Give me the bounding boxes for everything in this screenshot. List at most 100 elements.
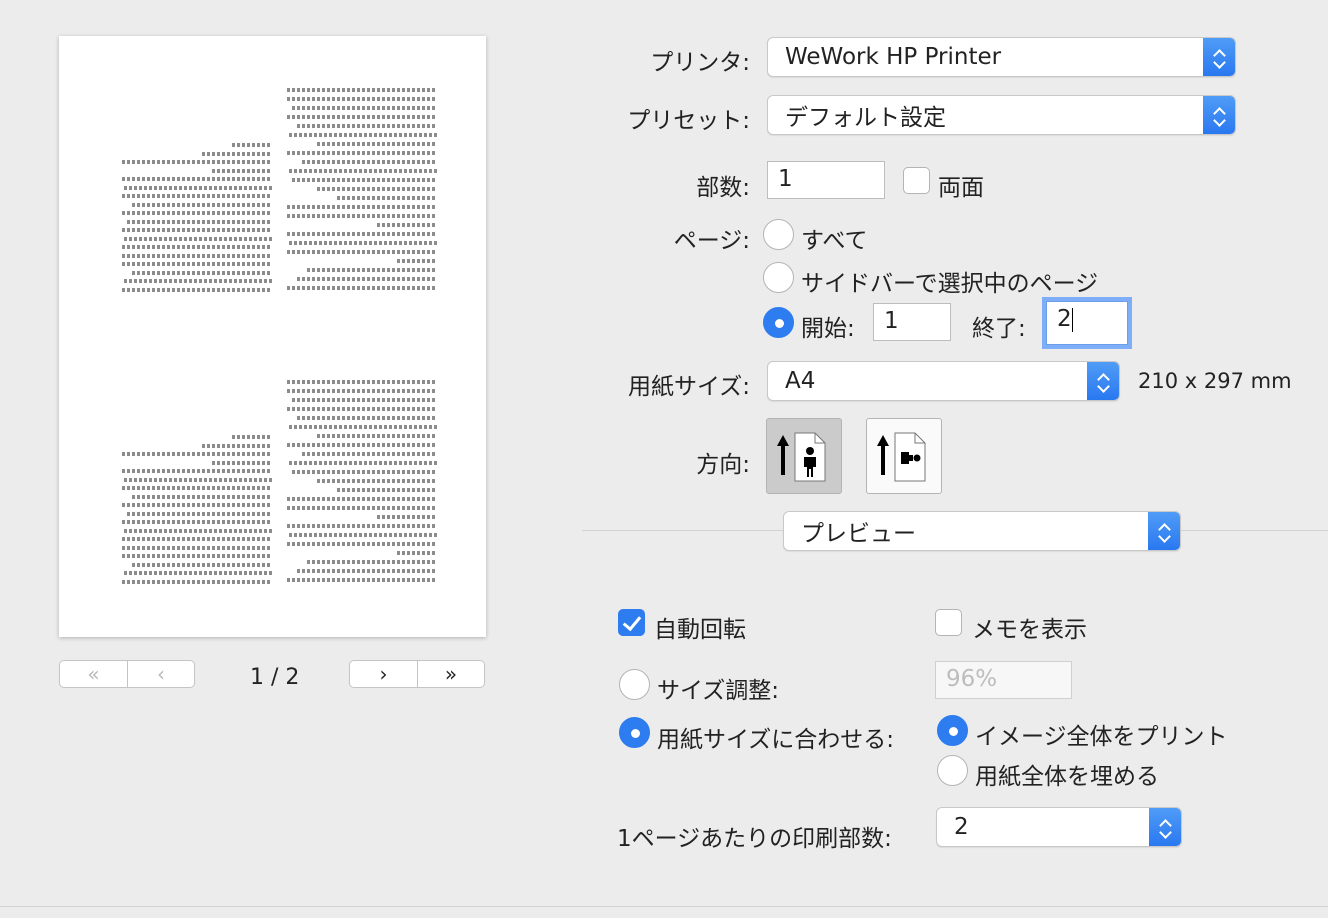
preview-text-line	[397, 259, 437, 263]
print-entire-image-label: イメージ全体をプリント	[975, 724, 1228, 750]
preview-text-line	[132, 494, 272, 499]
preview-text-line	[202, 151, 272, 156]
preview-text-line	[122, 554, 272, 558]
pages-to-label: 終了:	[972, 316, 1026, 342]
preview-text-line	[287, 497, 437, 501]
chevron-updown-icon	[1203, 96, 1235, 134]
section-popup[interactable]: プレビュー	[783, 511, 1181, 551]
preview-text-line	[292, 106, 437, 110]
double-chevron-left-icon: «	[87, 662, 100, 686]
paper-size-popup[interactable]: A4	[767, 361, 1120, 401]
first-page-button[interactable]: «	[60, 661, 127, 687]
preview-text-line	[287, 151, 437, 155]
preview-text-line	[292, 470, 437, 474]
preview-text-line	[302, 452, 437, 456]
preview-text-line	[287, 506, 437, 510]
preview-text-line	[287, 214, 437, 218]
pages-per-sheet-popup[interactable]: 2	[936, 807, 1182, 847]
preview-text-line	[122, 211, 272, 215]
preview-text-line	[122, 520, 272, 524]
preview-text-line	[287, 232, 437, 236]
pager-back-group: « ‹	[59, 660, 195, 688]
preview-text-line	[212, 460, 272, 465]
preview-text-line	[122, 228, 272, 232]
pages-all-radio[interactable]	[763, 219, 794, 250]
preview-text-line	[122, 245, 272, 249]
preview-text-line	[124, 477, 272, 482]
preview-text-line	[297, 416, 437, 420]
preview-text-line	[297, 569, 437, 573]
preview-text-line	[289, 133, 437, 137]
pages-sidebar-radio[interactable]	[763, 262, 794, 293]
portrait-icon	[777, 432, 826, 482]
preview-text-line	[287, 578, 437, 582]
scale-field[interactable]: 96%	[935, 661, 1072, 699]
preview-text-line	[289, 461, 437, 465]
pages-sidebar-label: サイドバーで選択中のページ	[801, 271, 1099, 297]
double-chevron-right-icon: »	[444, 662, 458, 686]
preview-text-line	[307, 560, 437, 564]
auto-rotate-checkbox[interactable]	[618, 609, 645, 636]
preview-text-block-top	[107, 88, 437, 298]
preview-text-line	[292, 398, 437, 402]
preview-text-line	[287, 380, 437, 384]
preview-text-line	[289, 425, 437, 429]
preview-text-line	[122, 287, 272, 292]
portrait-orientation-button[interactable]	[766, 418, 842, 494]
pages-from-field[interactable]: 1	[873, 303, 951, 341]
print-entire-image-radio[interactable]	[937, 715, 968, 746]
fill-paper-radio[interactable]	[937, 755, 968, 786]
preset-popup[interactable]: デフォルト設定	[767, 95, 1236, 135]
preview-text-line	[317, 479, 437, 483]
pages-from-label: 開始:	[801, 316, 855, 342]
page-count-label: 1 / 2	[250, 665, 300, 690]
preview-text-line	[287, 88, 437, 92]
paper-dimensions: 210 x 297 mm	[1138, 369, 1292, 393]
preview-text-line	[132, 270, 272, 275]
preview-text-line	[124, 279, 272, 283]
preview-text-line	[317, 187, 437, 191]
show-notes-checkbox[interactable]	[935, 609, 962, 636]
preview-text-line	[307, 268, 437, 272]
preview-text-line	[127, 219, 272, 224]
paper-size-value: A4	[785, 368, 816, 394]
chevron-updown-icon	[1203, 38, 1235, 76]
preview-text-line	[287, 542, 437, 546]
preview-text-line	[122, 503, 272, 507]
pager-forward-group: › »	[349, 660, 485, 688]
duplex-checkbox[interactable]	[903, 167, 930, 194]
copies-field[interactable]: 1	[767, 161, 885, 199]
fit-to-paper-radio[interactable]	[619, 717, 650, 748]
duplex-label: 両面	[938, 175, 984, 201]
preview-text-line	[289, 533, 437, 537]
preview-text-line	[122, 194, 272, 198]
preview-text-line	[124, 185, 272, 190]
chevron-updown-icon	[1087, 362, 1119, 400]
bottom-separator	[0, 906, 1328, 907]
landscape-orientation-button[interactable]	[866, 418, 942, 494]
previous-page-button[interactable]: ‹	[127, 661, 194, 687]
preview-text-line	[124, 528, 272, 533]
preview-text-line	[122, 177, 272, 181]
printer-popup[interactable]: WeWork HP Printer	[767, 37, 1236, 77]
pages-to-field[interactable]: 2	[1046, 301, 1128, 345]
preview-text-line	[287, 524, 437, 528]
text-caret	[1071, 307, 1073, 332]
preview-text-line	[317, 434, 437, 438]
section-value: プレビュー	[801, 521, 916, 547]
preview-text-line	[337, 488, 437, 492]
preview-text-block-bottom	[107, 380, 437, 590]
last-page-button[interactable]: »	[417, 661, 484, 687]
preview-text-line	[297, 277, 437, 281]
preview-text-line	[122, 469, 272, 473]
pages-label: ページ:	[673, 228, 750, 254]
pages-range-radio[interactable]	[763, 307, 794, 338]
next-page-button[interactable]: ›	[350, 661, 417, 687]
paper-size-label: 用紙サイズ:	[627, 374, 750, 400]
chevron-right-icon: ›	[379, 662, 388, 686]
preview-text-line	[122, 545, 272, 550]
pages-per-sheet-value: 2	[954, 814, 969, 840]
preview-text-line	[122, 160, 272, 164]
scale-radio[interactable]	[619, 669, 650, 700]
preview-text-line	[122, 579, 272, 584]
